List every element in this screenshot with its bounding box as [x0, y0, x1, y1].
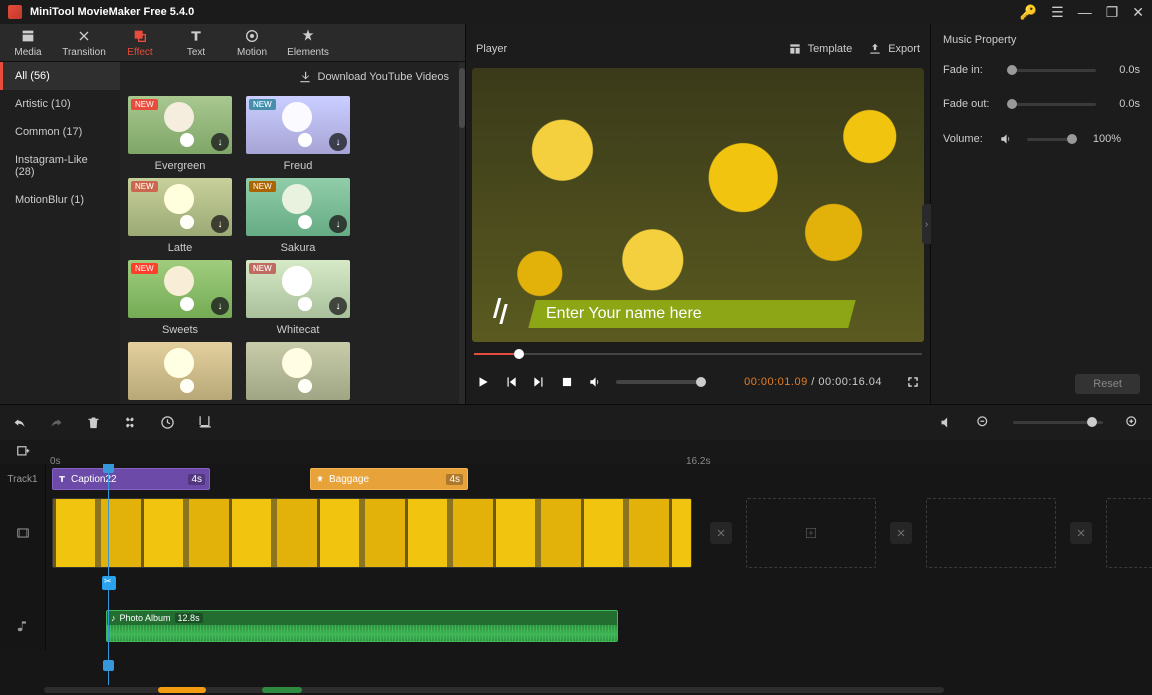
- transition-slot-icon[interactable]: [1070, 522, 1092, 544]
- effect-item[interactable]: [246, 342, 350, 400]
- properties-title: Music Property: [943, 34, 1140, 46]
- template-button[interactable]: Template: [788, 42, 853, 56]
- zoom-out-icon[interactable]: [976, 415, 991, 430]
- collapse-handle-icon[interactable]: ›: [922, 204, 931, 244]
- effect-item[interactable]: [128, 342, 232, 400]
- effect-item-sakura[interactable]: NEWSakura: [246, 178, 350, 254]
- next-frame-icon[interactable]: [532, 375, 546, 389]
- effect-item-latte[interactable]: NEWLatte: [128, 178, 232, 254]
- category-artistic[interactable]: Artistic (10): [0, 90, 120, 118]
- stop-icon[interactable]: [560, 375, 574, 389]
- menu-icon[interactable]: ☰: [1051, 4, 1064, 21]
- title-bar: MiniTool MovieMaker Free 5.4.0 🔑 ☰ — ❐ ✕: [0, 0, 1152, 24]
- scroll-segment: [262, 687, 302, 693]
- maximize-icon[interactable]: ❐: [1106, 4, 1119, 21]
- download-icon[interactable]: [211, 133, 229, 151]
- video-clip[interactable]: [52, 498, 692, 568]
- zoom-in-icon[interactable]: [1125, 415, 1140, 430]
- play-icon[interactable]: [476, 375, 490, 389]
- video-track-icon: [0, 494, 46, 572]
- volume-prop-slider[interactable]: [1027, 138, 1077, 141]
- empty-video-slot[interactable]: [746, 498, 876, 568]
- license-key-icon[interactable]: 🔑: [1020, 4, 1037, 21]
- download-icon[interactable]: [329, 297, 347, 315]
- player-panel: Player Template Export Enter Your name h…: [465, 24, 930, 404]
- main-tabs: Media Transition Effect Text Motion Elem…: [0, 24, 465, 62]
- prev-frame-icon[interactable]: [504, 375, 518, 389]
- download-icon[interactable]: [211, 215, 229, 233]
- category-motionblur[interactable]: MotionBlur (1): [0, 186, 120, 214]
- volume-slider[interactable]: [616, 380, 706, 384]
- category-list: All (56) Artistic (10) Common (17) Insta…: [0, 62, 120, 404]
- scroll-segment: [158, 687, 206, 693]
- playhead-split-icon[interactable]: [102, 576, 116, 590]
- zoom-slider[interactable]: [1013, 421, 1103, 424]
- fade-in-slider[interactable]: [1007, 69, 1096, 72]
- minimize-icon[interactable]: —: [1078, 4, 1092, 20]
- transition-slot-icon[interactable]: [710, 522, 732, 544]
- download-icon[interactable]: [211, 297, 229, 315]
- category-all[interactable]: All (56): [0, 62, 120, 90]
- fullscreen-icon[interactable]: [906, 375, 920, 389]
- caption-clip[interactable]: Caption224s: [52, 468, 210, 490]
- category-common[interactable]: Common (17): [0, 118, 120, 146]
- app-title: MiniTool MovieMaker Free 5.4.0: [30, 6, 1020, 18]
- new-badge: NEW: [131, 99, 158, 110]
- download-icon[interactable]: [329, 215, 347, 233]
- effect-item-whitecat[interactable]: NEWWhitecat: [246, 260, 350, 336]
- player-preview[interactable]: Enter Your name here: [472, 68, 924, 342]
- speed-icon[interactable]: [160, 415, 175, 430]
- fade-out-slider[interactable]: [1007, 103, 1096, 106]
- audio-clip[interactable]: ♪Photo Album12.8s: [106, 610, 618, 642]
- export-button[interactable]: Export: [868, 42, 920, 56]
- time-display: 00:00:01.09 / 00:00:16.04: [744, 376, 882, 388]
- playback-scrubber[interactable]: [474, 348, 922, 360]
- transition-slot-icon[interactable]: [890, 522, 912, 544]
- volume-row: Volume: 100%: [943, 132, 1140, 146]
- fade-in-row: Fade in: 0.0s: [943, 64, 1140, 76]
- timeline-tracks[interactable]: Track1 Caption224s Baggage4s: [0, 464, 1152, 685]
- tab-motion[interactable]: Motion: [224, 24, 280, 61]
- category-instagram[interactable]: Instagram-Like (28): [0, 146, 120, 186]
- tab-media[interactable]: Media: [0, 24, 56, 61]
- effect-item-sweets[interactable]: NEWSweets: [128, 260, 232, 336]
- tab-effect[interactable]: Effect: [112, 24, 168, 61]
- fade-out-row: Fade out: 0.0s: [943, 98, 1140, 110]
- close-icon[interactable]: ✕: [1132, 4, 1144, 21]
- tab-elements[interactable]: Elements: [280, 24, 336, 61]
- redo-icon[interactable]: [49, 415, 64, 430]
- undo-icon[interactable]: [12, 415, 27, 430]
- tab-text[interactable]: Text: [168, 24, 224, 61]
- download-youtube-link[interactable]: Download YouTube Videos: [120, 62, 459, 92]
- app-logo-icon: [8, 5, 22, 19]
- timeline-mute-icon[interactable]: [939, 415, 954, 430]
- track-label: Track1: [0, 464, 46, 494]
- volume-icon[interactable]: [588, 375, 602, 389]
- player-title: Player: [476, 43, 507, 55]
- effect-item-evergreen[interactable]: NEWEvergreen: [128, 96, 232, 172]
- crop-icon[interactable]: [197, 415, 212, 430]
- properties-panel: › Music Property Fade in: 0.0s Fade out:…: [930, 24, 1152, 404]
- element-clip[interactable]: Baggage4s: [310, 468, 468, 490]
- timeline-panel: 0s 16.2s Track1 Caption224s Baggage4s: [0, 404, 1152, 695]
- library-panel: Media Transition Effect Text Motion Elem…: [0, 24, 465, 404]
- playhead[interactable]: [108, 464, 109, 685]
- audio-track-icon: [0, 602, 46, 650]
- speaker-icon[interactable]: [999, 132, 1013, 146]
- empty-video-slot[interactable]: [926, 498, 1056, 568]
- split-icon[interactable]: [123, 415, 138, 430]
- text-overlay: Enter Your name here: [528, 300, 856, 328]
- timeline-scrollbar[interactable]: [0, 685, 1152, 695]
- tab-transition[interactable]: Transition: [56, 24, 112, 61]
- effect-grid: NEWEvergreen NEWFreud NEWLatte NEWSakura…: [120, 92, 459, 404]
- reset-button[interactable]: Reset: [1075, 374, 1140, 394]
- effect-item-freud[interactable]: NEWFreud: [246, 96, 350, 172]
- download-icon[interactable]: [329, 133, 347, 151]
- add-track-icon[interactable]: [0, 445, 46, 459]
- delete-icon[interactable]: [86, 415, 101, 430]
- empty-video-slot[interactable]: [1106, 498, 1152, 568]
